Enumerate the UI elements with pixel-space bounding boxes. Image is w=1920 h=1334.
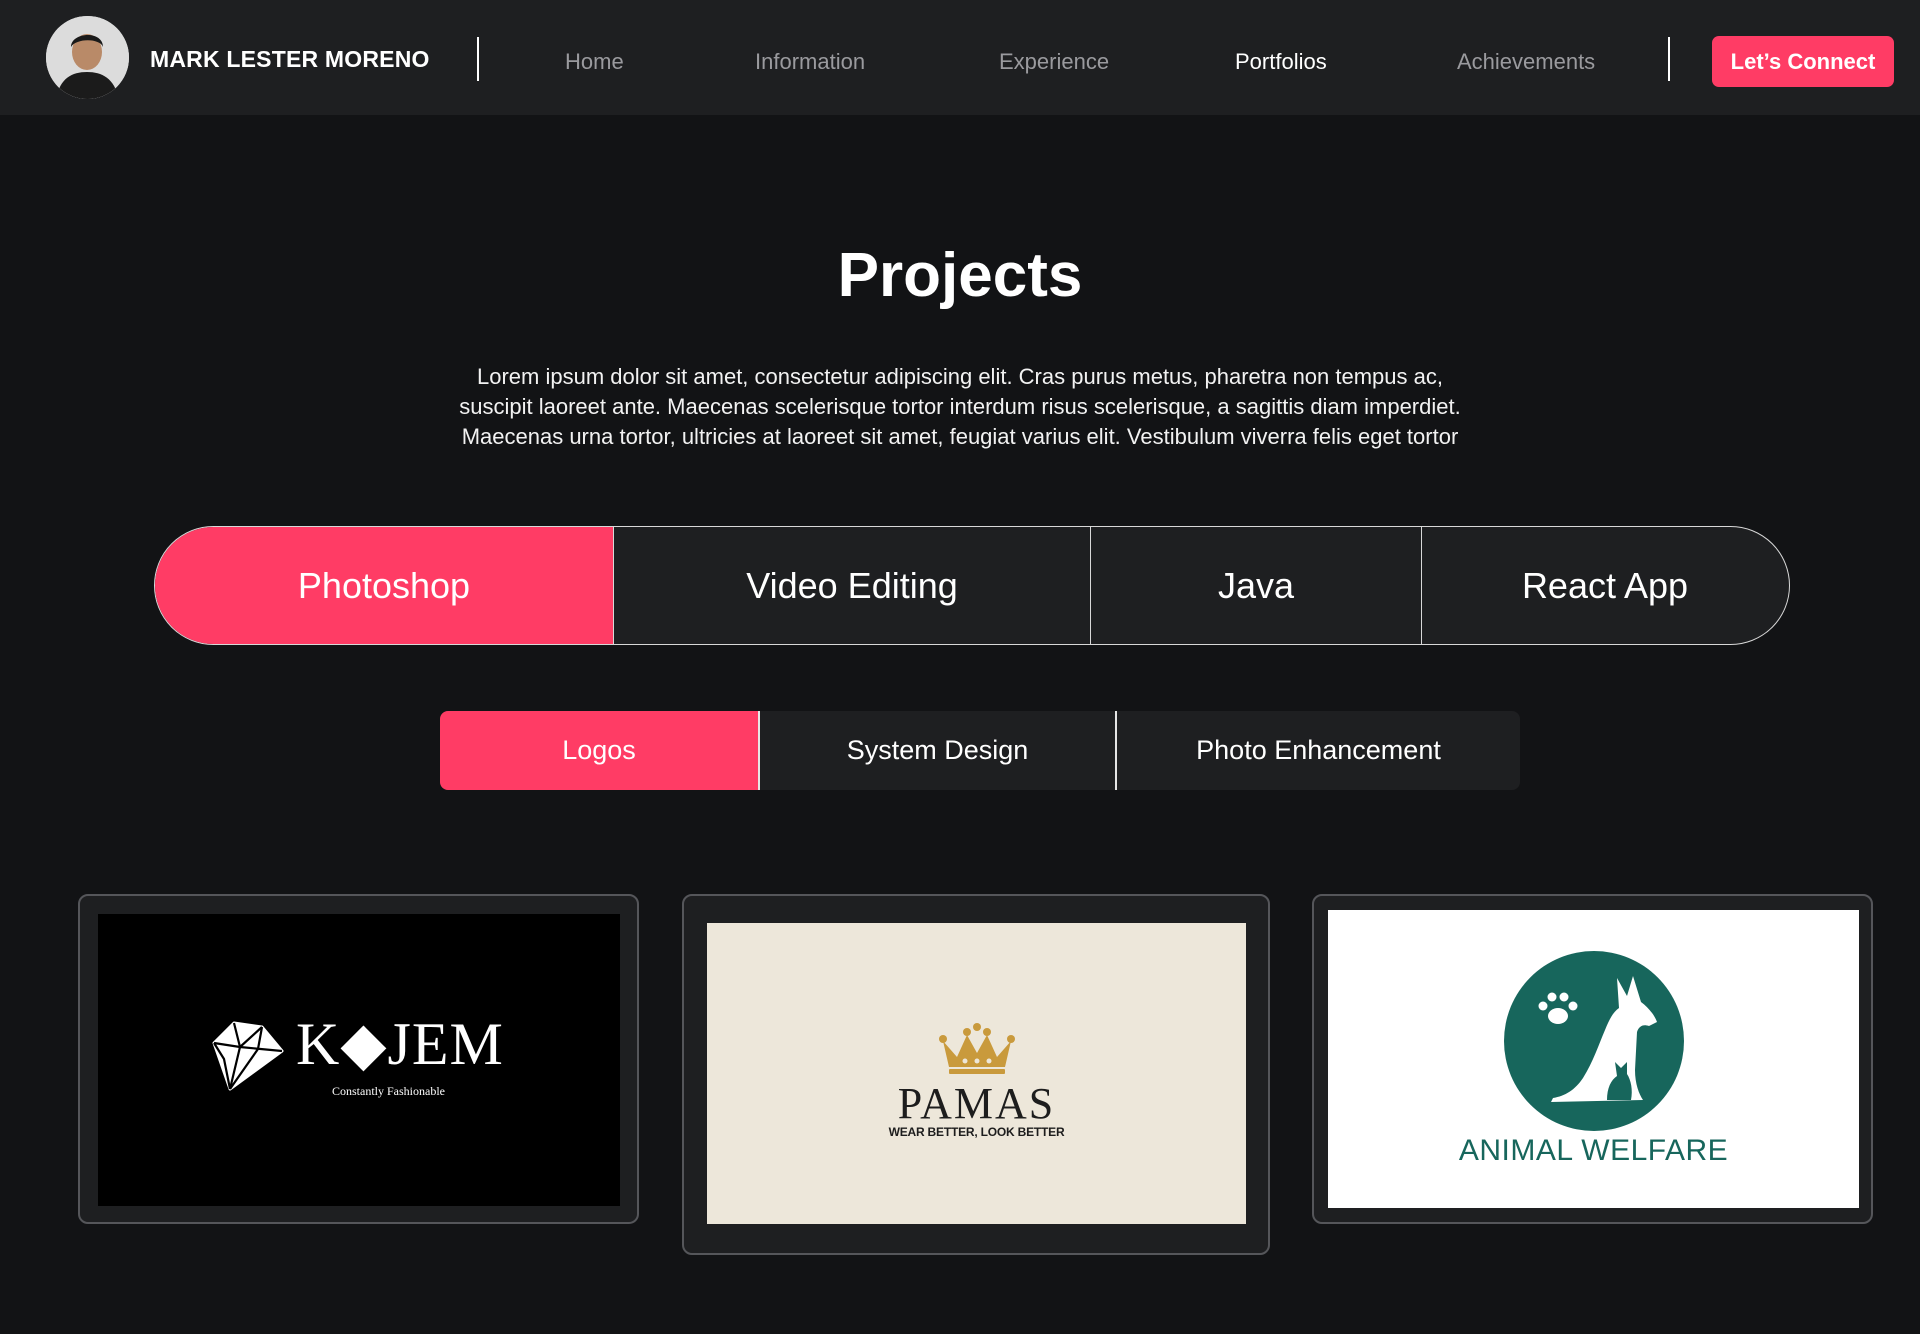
subtab-logos[interactable]: Logos [440,711,758,790]
nav-link-experience[interactable]: Experience [999,49,1109,75]
tab-photoshop[interactable]: Photoshop [155,527,613,644]
avatar[interactable] [46,16,129,99]
nav-link-achievements[interactable]: Achievements [1457,49,1595,75]
subcategory-tabs: Logos System Design Photo Enhancement [440,711,1520,790]
animal-welfare-logo-text: ANIMAL WELFARE [1458,1134,1729,1167]
kjem-logo-image: K◆JEM Constantly Fashionable [98,914,620,1206]
tab-java[interactable]: Java [1090,527,1421,644]
nav-link-home[interactable]: Home [565,49,624,75]
page-title: Projects [837,241,1083,310]
owner-name: MARK LESTER MORENO [150,46,430,72]
section-intro: Lorem ipsum dolor sit amet, consectetur … [410,362,1510,452]
intro-line: Lorem ipsum dolor sit amet, consectetur … [476,364,1443,389]
pamas-logo-text: PAMAS [897,1079,1056,1128]
animal-welfare-logo-image: ANIMAL WELFARE [1328,910,1859,1208]
kjem-logo-text: K◆JEM [296,1011,504,1077]
intro-line: Maecenas urna tortor, ultricies at laore… [461,424,1459,449]
subtab-system-design[interactable]: System Design [758,711,1115,790]
top-navigation-bar: MARK LESTER MORENO Home Information Expe… [0,0,1920,115]
nav-divider-right [1668,37,1670,81]
portfolio-card-kjem[interactable]: K◆JEM Constantly Fashionable [78,894,639,1224]
pamas-logo-image: PAMAS WEAR BETTER, LOOK BETTER [707,923,1246,1224]
portfolio-card-animal-welfare[interactable]: ANIMAL WELFARE [1312,894,1873,1224]
nav-link-portfolios[interactable]: Portfolios [1235,49,1327,75]
lets-connect-button[interactable]: Let’s Connect [1712,36,1894,87]
diamond-icon [212,1021,284,1091]
nav-divider-left [477,37,479,81]
category-tabs: Photoshop Video Editing Java React App [154,526,1790,645]
tab-video-editing[interactable]: Video Editing [613,527,1090,644]
nav-link-information[interactable]: Information [755,49,865,75]
profile-photo-icon [46,16,129,99]
portfolio-page: MARK LESTER MORENO Home Information Expe… [0,0,1920,1334]
crown-icon [939,1023,1015,1074]
subtab-photo-enhancement[interactable]: Photo Enhancement [1115,711,1520,790]
intro-line: suscipit laoreet ante. Maecenas sceleris… [459,394,1461,419]
portfolio-card-pamas[interactable]: PAMAS WEAR BETTER, LOOK BETTER [682,894,1270,1255]
kjem-tagline: Constantly Fashionable [332,1084,445,1098]
dog-cat-paw-icon [1504,951,1684,1131]
tab-react-app[interactable]: React App [1421,527,1788,644]
pamas-tagline: WEAR BETTER, LOOK BETTER [888,1125,1065,1139]
